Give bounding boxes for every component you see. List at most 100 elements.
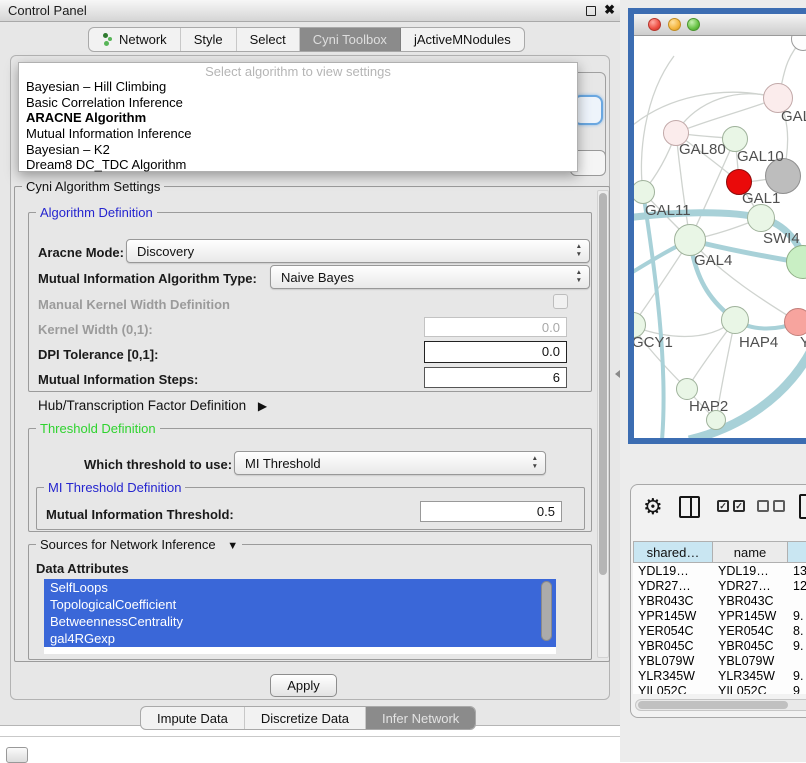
new-table-icon[interactable] (799, 494, 806, 519)
tab-jactivemnodules[interactable]: jActiveMNodules (401, 28, 524, 51)
stepper-icon: ▲▼ (576, 243, 582, 259)
dropdown-item-highlighted[interactable]: ARACNE Algorithm (19, 110, 577, 126)
tab-label: Cyni Toolbox (313, 32, 387, 47)
tab-label: Network (119, 32, 167, 47)
bottom-tab-bar: Impute Data Discretize Data Infer Networ… (140, 706, 476, 730)
dropdown-item[interactable]: Bayesian – Hill Climbing (19, 79, 577, 95)
attribute-item-selected[interactable]: TopologicalCoefficient (44, 596, 556, 613)
threshold-definition-legend: Threshold Definition (36, 421, 160, 436)
scrollbar-thumb[interactable] (599, 193, 607, 575)
tab-infer-network[interactable]: Infer Network (366, 707, 475, 729)
manual-kernel-width-checkbox[interactable] (553, 294, 568, 309)
node-hap4[interactable] (721, 306, 749, 334)
dropdown-item[interactable]: Basic Correlation Inference (19, 95, 577, 111)
dropdown-item[interactable]: Mutual Information Inference (19, 126, 577, 142)
node-salmon-y[interactable] (784, 308, 806, 336)
expanded-arrow-icon: ▼ (227, 540, 238, 552)
split-columns-icon[interactable] (679, 496, 700, 518)
network-canvas[interactable]: GAL GAL80 GAL10 GAL1 GAL11 SWI4 GAL4 GCY… (634, 36, 806, 438)
close-icon[interactable]: ✖ (604, 2, 615, 18)
column-header-shared-name[interactable]: shared… (633, 541, 713, 563)
tab-select[interactable]: Select (237, 28, 300, 51)
table-panel-window: ⚙ ✓ ✓ shared… name A YDL19…YDL19…13 YDR2… (630, 484, 806, 718)
column-header-next[interactable]: A (788, 541, 806, 563)
table-row[interactable]: YBR045CYBR045C9. (633, 638, 806, 653)
attributes-scrollbar-thumb[interactable] (541, 581, 552, 641)
dropdown-item[interactable]: Dream8 DC_TDC Algorithm (19, 157, 577, 173)
sources-legend-label: Sources for Network Inference (40, 537, 216, 552)
table-row[interactable]: YBL079WYBL079W (633, 653, 806, 668)
tab-label: Infer Network (382, 711, 459, 726)
node-label: GAL1 (742, 190, 780, 207)
tab-impute-data[interactable]: Impute Data (141, 707, 245, 729)
dropdown-placeholder: Select algorithm to view settings (19, 64, 577, 79)
sources-legend-toggle[interactable]: Sources for Network Inference ▼ (36, 537, 242, 552)
table-row[interactable]: YDL19…YDL19…13 (633, 563, 806, 578)
stepper-icon: ▲▼ (576, 269, 582, 285)
which-threshold-label: Which threshold to use: (84, 457, 232, 472)
attribute-item-selected[interactable]: gal4RGexp (44, 630, 556, 647)
tab-label: Discretize Data (261, 711, 349, 726)
table-row[interactable]: YIL052CYIL052C9 (633, 683, 806, 694)
data-attributes-label: Data Attributes (36, 561, 129, 576)
network-view-window: GAL GAL80 GAL10 GAL1 GAL11 SWI4 GAL4 GCY… (628, 8, 806, 444)
mi-algorithm-type-combo[interactable]: Naive Bayes ▲▼ (270, 265, 590, 289)
apply-button[interactable]: Apply (270, 674, 337, 697)
checked-box-icon: ✓ (733, 500, 745, 512)
aracne-mode-combo[interactable]: Discovery ▲▼ (126, 239, 590, 263)
close-traffic-light-icon[interactable] (648, 18, 661, 31)
scrollbar-thumb[interactable] (638, 701, 788, 709)
tab-network[interactable]: Network (89, 28, 181, 51)
checked-box-icon: ✓ (717, 500, 729, 512)
kernel-width-label: Kernel Width (0,1): (38, 322, 153, 337)
gear-icon[interactable]: ⚙ (643, 494, 663, 520)
column-header-name[interactable]: name (713, 541, 788, 563)
mi-threshold-label: Mutual Information Threshold: (46, 507, 234, 522)
attribute-item-selected[interactable]: BetweennessCentrality (44, 613, 556, 630)
zoom-traffic-light-icon[interactable] (687, 18, 700, 31)
float-window-icon[interactable] (586, 6, 596, 16)
settings-vertical-scrollbar[interactable] (597, 190, 609, 658)
attribute-item-selected[interactable]: SelfLoops (44, 579, 556, 596)
dpi-tolerance-field[interactable]: 0.0 (424, 341, 567, 363)
node-label: GAL (781, 108, 806, 125)
table-horizontal-scrollbar[interactable] (635, 699, 806, 711)
table-row[interactable]: YLR345WYLR345W9. (633, 668, 806, 683)
manual-kernel-width-label: Manual Kernel Width Definition (38, 297, 230, 312)
deselect-all-columns-icon[interactable] (757, 500, 785, 512)
table-header-row: shared… name A (633, 541, 806, 563)
mi-steps-label: Mutual Information Steps: (38, 372, 198, 387)
kernel-width-field[interactable]: 0.0 (424, 317, 567, 337)
tab-cyni-toolbox[interactable]: Cyni Toolbox (300, 28, 401, 51)
settings-group-legend: Cyni Algorithm Settings (22, 179, 164, 194)
combo-value: Naive Bayes (281, 270, 354, 285)
which-threshold-combo[interactable]: MI Threshold ▲▼ (234, 451, 546, 475)
mi-algorithm-type-label: Mutual Information Algorithm Type: (38, 271, 257, 286)
table-row[interactable]: YER054CYER054C8. (633, 623, 806, 638)
node-gal1[interactable] (747, 204, 775, 232)
mi-threshold-field[interactable]: 0.5 (420, 501, 562, 522)
table-row[interactable]: YDR27…YDR27…12 (633, 578, 806, 593)
tab-label: jActiveMNodules (414, 32, 511, 47)
hub-definition-toggle[interactable]: Hub/Transcription Factor Definition ▶ (38, 398, 267, 413)
dpi-tolerance-label: DPI Tolerance [0,1]: (38, 347, 158, 362)
node-hap2[interactable] (676, 378, 698, 400)
table-row[interactable]: YPR145WYPR145W9. (633, 608, 806, 623)
select-all-columns-icon[interactable]: ✓ ✓ (717, 500, 745, 512)
algorithm-dropdown-list: Select algorithm to view settings Bayesi… (18, 62, 578, 172)
dropdown-item[interactable]: Bayesian – K2 (19, 142, 577, 158)
minimize-traffic-light-icon[interactable] (668, 18, 681, 31)
panel-collapse-arrow-icon[interactable] (615, 370, 620, 378)
tab-style[interactable]: Style (181, 28, 237, 51)
combo-value: Discovery (137, 244, 194, 259)
table-row[interactable]: YBR043CYBR043C (633, 593, 806, 608)
control-panel-tab-bar: Network Style Select Cyni Toolbox jActiv… (88, 27, 525, 52)
unchecked-box-icon (773, 500, 785, 512)
panel-title: Control Panel (8, 3, 87, 18)
tab-discretize-data[interactable]: Discretize Data (245, 707, 366, 729)
mi-steps-field[interactable]: 6 (424, 367, 567, 388)
corner-mini-button[interactable] (6, 747, 28, 763)
network-window-titlebar[interactable] (634, 14, 806, 36)
table-rows: YDL19…YDL19…13 YDR27…YDR27…12 YBR043CYBR… (633, 563, 806, 694)
control-panel-titlebar: Control Panel ✖ (0, 0, 620, 22)
